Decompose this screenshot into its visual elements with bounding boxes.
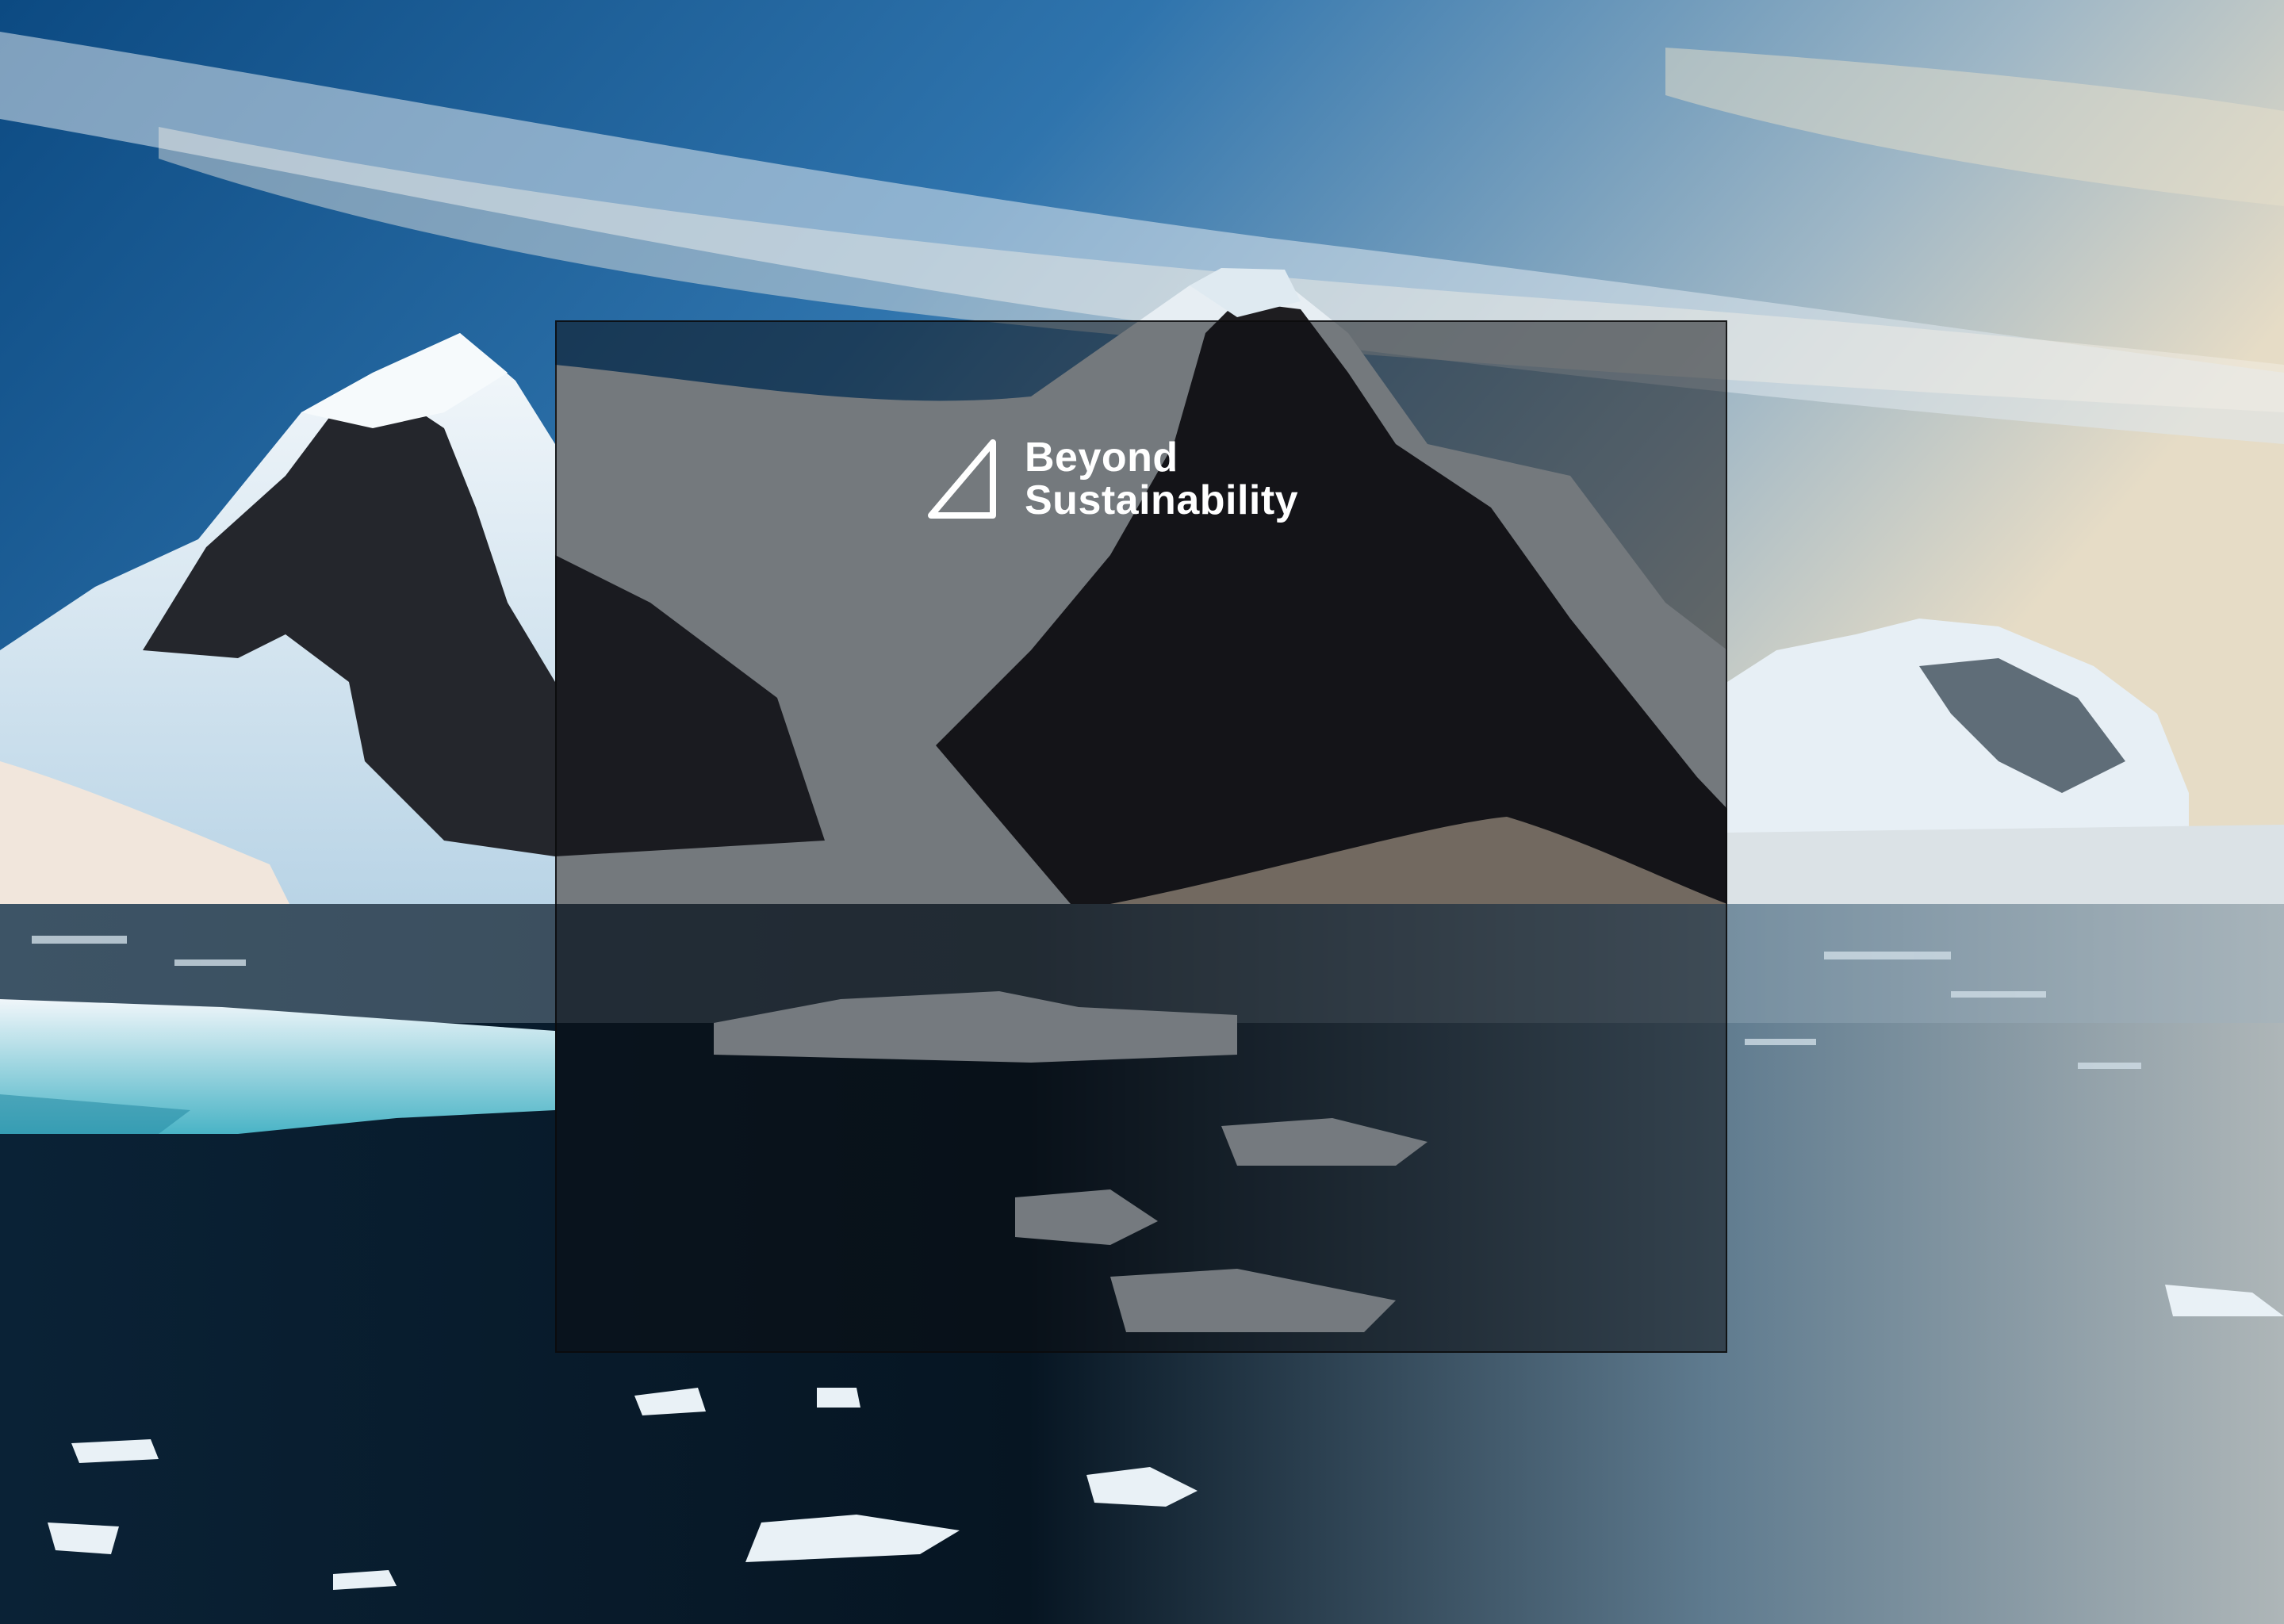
brand-line-2: Sustainability — [1025, 477, 1299, 523]
brand-wordmark: Beyond Sustainability — [1025, 436, 1298, 522]
brand-logo[interactable]: Beyond Sustainability — [923, 436, 1298, 522]
triangle-logo-icon — [928, 439, 996, 519]
brand-line-1: Beyond — [1025, 435, 1178, 481]
